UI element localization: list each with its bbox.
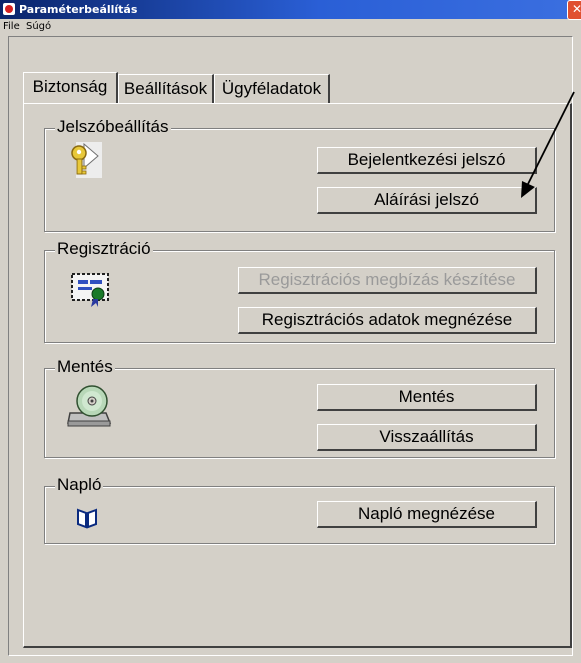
signature-password-button[interactable]: Aláírási jelszó [317, 187, 537, 214]
book-icon [77, 508, 97, 529]
menu-help[interactable]: Súgó [26, 21, 51, 32]
tab-client-data[interactable]: Ügyféladatok [214, 74, 330, 103]
app-icon [3, 3, 15, 15]
close-button[interactable]: ✕ [567, 0, 581, 20]
group-password-title: Jelszóbeállítás [55, 117, 171, 137]
registration-request-button[interactable]: Regisztrációs megbízás készítése [238, 267, 537, 294]
disc-drive-icon [67, 385, 112, 427]
certificate-icon [71, 273, 109, 307]
group-log-title: Napló [55, 475, 104, 495]
menu-file[interactable]: File [3, 21, 20, 32]
title-bar[interactable]: Paraméterbeállítás ✕ [0, 0, 581, 20]
tab-security[interactable]: Biztonság [23, 72, 118, 103]
group-password: Jelszóbeállítás [44, 117, 555, 232]
menu-bar: File Súgó [0, 19, 581, 35]
registration-data-button[interactable]: Regisztrációs adatok megnézése [238, 307, 537, 334]
window-title: Paraméterbeállítás [19, 3, 138, 16]
login-password-button[interactable]: Bejelentkezési jelszó [317, 147, 537, 174]
view-log-button[interactable]: Napló megnézése [317, 501, 537, 528]
key-icon [71, 142, 102, 178]
group-registration-title: Regisztráció [55, 239, 153, 259]
restore-button[interactable]: Visszaállítás [317, 424, 537, 451]
tab-settings[interactable]: Beállítások [118, 74, 214, 103]
group-backup-title: Mentés [55, 357, 115, 377]
backup-button[interactable]: Mentés [317, 384, 537, 411]
main-window: Paraméterbeállítás ✕ File Súgó Biztonság… [0, 0, 581, 663]
